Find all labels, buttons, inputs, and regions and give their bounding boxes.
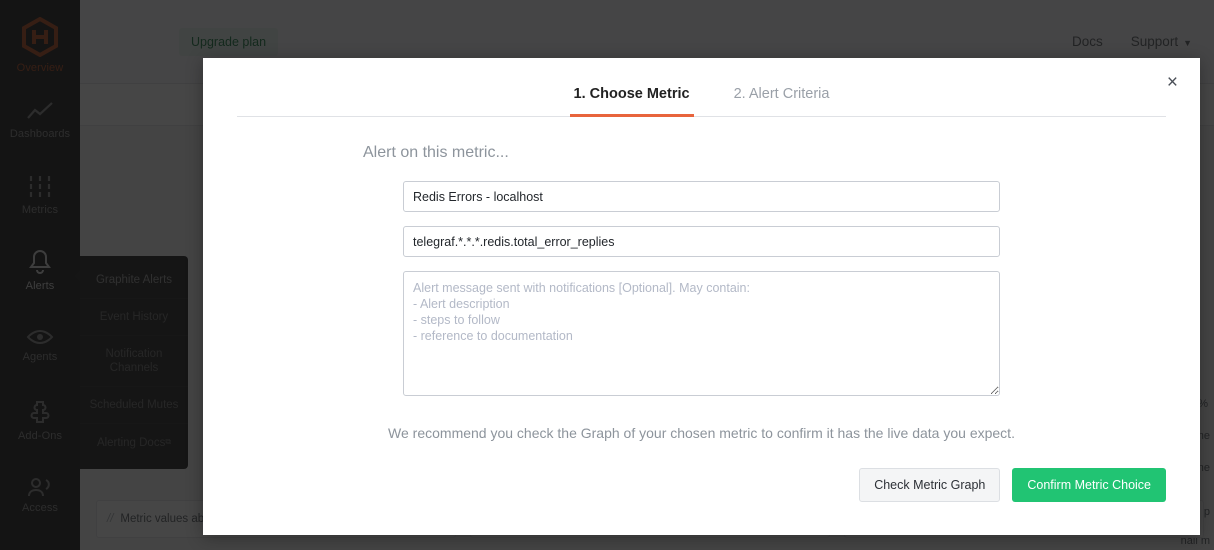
check-metric-graph-button[interactable]: Check Metric Graph [859,468,1001,502]
recommendation-note: We recommend you check the Graph of your… [388,425,1015,441]
metric-path-input[interactable] [403,226,1000,257]
page-title: Alert on this metric... [363,144,509,161]
alert-message-textarea[interactable] [403,271,1000,396]
modal-actions: Check Metric Graph Confirm Metric Choice [237,468,1166,502]
tab-choose-metric[interactable]: 1. Choose Metric [569,86,694,117]
modal-tabs: 1. Choose Metric 2. Alert Criteria [237,58,1166,117]
alert-name-input[interactable] [403,181,1000,212]
confirm-metric-choice-button[interactable]: Confirm Metric Choice [1012,468,1166,502]
modal-body: Alert on this metric... We recommend you… [203,144,1200,502]
close-icon[interactable]: × [1167,73,1178,92]
create-alert-modal: × 1. Choose Metric 2. Alert Criteria Ale… [203,58,1200,535]
metric-form [403,181,1000,396]
tab-alert-criteria[interactable]: 2. Alert Criteria [730,86,834,117]
